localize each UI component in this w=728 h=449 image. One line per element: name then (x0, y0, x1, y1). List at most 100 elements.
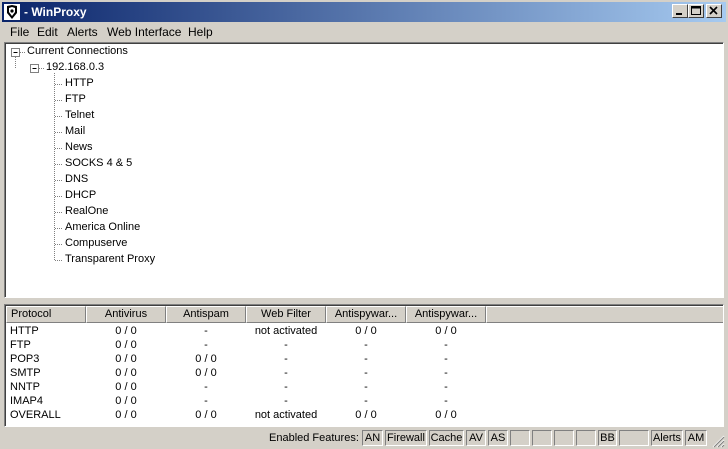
col-header-web-filter[interactable]: Web Filter (246, 306, 326, 323)
cell-antivirus: 0 / 0 (115, 353, 137, 365)
menu-edit[interactable]: Edit (37, 25, 58, 39)
cell-antispam: - (204, 325, 208, 337)
tree-item-america-online[interactable]: America Online (65, 221, 140, 233)
col-header-antivirus[interactable]: Antivirus (86, 306, 166, 323)
tree-host[interactable]: 192.168.0.3 (46, 61, 104, 73)
tree-root-current-connections[interactable]: Current Connections (27, 45, 128, 57)
cell-protocol: IMAP4 (10, 395, 44, 407)
tree-item-ftp[interactable]: FTP (65, 93, 86, 105)
cell-antispam: - (204, 395, 208, 407)
cell-web-filter: - (284, 367, 288, 379)
feature-an: AN (362, 430, 383, 446)
cell-antivirus: 0 / 0 (115, 367, 137, 379)
tree-item-news[interactable]: News (65, 141, 93, 153)
cell-antispyware-1: 0 / 0 (355, 409, 377, 421)
feature-am: AM (685, 430, 707, 446)
tree-item-dns[interactable]: DNS (65, 173, 88, 185)
connections-tree[interactable]: Current Connections 192.168.0.3 HTTP FTP… (4, 42, 724, 298)
tree-item-socks[interactable]: SOCKS 4 & 5 (65, 157, 132, 169)
cell-web-filter: - (284, 395, 288, 407)
tree-item-compuserve[interactable]: Compuserve (65, 237, 127, 249)
col-header-protocol[interactable]: Protocol (6, 306, 86, 323)
tree-item-http[interactable]: HTTP (65, 77, 94, 89)
tree-item-realone[interactable]: RealOne (65, 205, 108, 217)
cell-antispyware-1: - (364, 381, 368, 393)
cell-antivirus: 0 / 0 (115, 325, 137, 337)
window-title: - WinProxy (24, 5, 87, 19)
enabled-features-label: Enabled Features: (269, 432, 359, 444)
col-header-antispyware-2[interactable]: Antispywar... (406, 306, 486, 323)
menu-web-interface[interactable]: Web Interface (107, 25, 181, 39)
cell-antispyware-1: - (364, 367, 368, 379)
cell-web-filter: - (284, 353, 288, 365)
winproxy-window: - WinProxy File Edit Alerts Web Interfac… (0, 0, 728, 449)
minimize-button[interactable] (672, 4, 688, 18)
table-row[interactable]: FTP 0 / 0 - - - - (6, 338, 723, 352)
feature-av: AV (466, 430, 486, 446)
cell-web-filter: - (284, 381, 288, 393)
table-row[interactable]: NNTP 0 / 0 - - - - (6, 380, 723, 394)
feature-bb: BB (598, 430, 617, 446)
feature-slot-4 (576, 430, 596, 446)
cell-antispam: 0 / 0 (195, 353, 217, 365)
cell-antispam: 0 / 0 (195, 367, 217, 379)
feature-cache: Cache (429, 430, 464, 446)
tree-item-transparent-proxy[interactable]: Transparent Proxy (65, 253, 155, 265)
cell-antispyware-1: - (364, 353, 368, 365)
feature-slot-2 (532, 430, 552, 446)
title-bar[interactable]: - WinProxy (2, 2, 726, 22)
maximize-button[interactable] (688, 4, 704, 18)
root-collapse-icon[interactable] (11, 48, 20, 57)
menu-bar: File Edit Alerts Web Interface Help (2, 22, 726, 41)
cell-antispyware-1: - (364, 339, 368, 351)
cell-antivirus: 0 / 0 (115, 381, 137, 393)
cell-antivirus: 0 / 0 (115, 395, 137, 407)
cell-antispam: - (204, 381, 208, 393)
cell-antispyware-2: - (444, 381, 448, 393)
cell-protocol: NNTP (10, 381, 40, 393)
feature-slot-1 (510, 430, 530, 446)
cell-antispyware-2: - (444, 367, 448, 379)
cell-protocol: SMTP (10, 367, 41, 379)
cell-antispyware-1: 0 / 0 (355, 325, 377, 337)
close-button[interactable] (706, 4, 722, 18)
cell-antispyware-2: - (444, 353, 448, 365)
menu-help[interactable]: Help (188, 25, 213, 39)
close-icon (709, 6, 718, 15)
minimize-icon (676, 13, 682, 15)
tree-item-telnet[interactable]: Telnet (65, 109, 94, 121)
cell-antispam: - (204, 339, 208, 351)
tree-item-mail[interactable]: Mail (65, 125, 85, 137)
table-row[interactable]: OVERALL 0 / 0 0 / 0 not activated 0 / 0 … (6, 408, 723, 422)
cell-protocol: FTP (10, 339, 31, 351)
cell-protocol: POP3 (10, 353, 40, 365)
cell-web-filter: not activated (254, 325, 318, 337)
menu-alerts[interactable]: Alerts (67, 25, 98, 39)
cell-protocol: HTTP (10, 325, 39, 337)
table-row[interactable]: IMAP4 0 / 0 - - - - (6, 394, 723, 408)
col-header-antispyware-1[interactable]: Antispywar... (326, 306, 406, 323)
table-row[interactable]: POP3 0 / 0 0 / 0 - - - (6, 352, 723, 366)
col-header-filler (486, 306, 723, 323)
maximize-icon (691, 6, 701, 15)
tree-item-dhcp[interactable]: DHCP (65, 189, 96, 201)
feature-alerts: Alerts (651, 430, 683, 446)
host-collapse-icon[interactable] (30, 64, 39, 73)
feature-slot-3 (554, 430, 574, 446)
feature-firewall: Firewall (385, 430, 427, 446)
col-header-antispam[interactable]: Antispam (166, 306, 246, 323)
table-row[interactable]: HTTP 0 / 0 - not activated 0 / 0 0 / 0 (6, 324, 723, 338)
cell-web-filter: not activated (254, 409, 318, 421)
resize-grip-icon[interactable] (711, 434, 725, 448)
feature-slot-5 (619, 430, 649, 446)
cell-antivirus: 0 / 0 (115, 409, 137, 421)
cell-protocol: OVERALL (10, 409, 61, 421)
cell-antispyware-2: - (444, 339, 448, 351)
winproxy-app-icon[interactable] (4, 4, 20, 20)
status-bar: Enabled Features: AN Firewall Cache AV A… (0, 428, 728, 449)
menu-file[interactable]: File (10, 25, 29, 39)
cell-antispyware-1: - (364, 395, 368, 407)
cell-antispam: 0 / 0 (195, 409, 217, 421)
protocol-stats-table: Protocol Antivirus Antispam Web Filter A… (4, 304, 724, 427)
table-row[interactable]: SMTP 0 / 0 0 / 0 - - - (6, 366, 723, 380)
